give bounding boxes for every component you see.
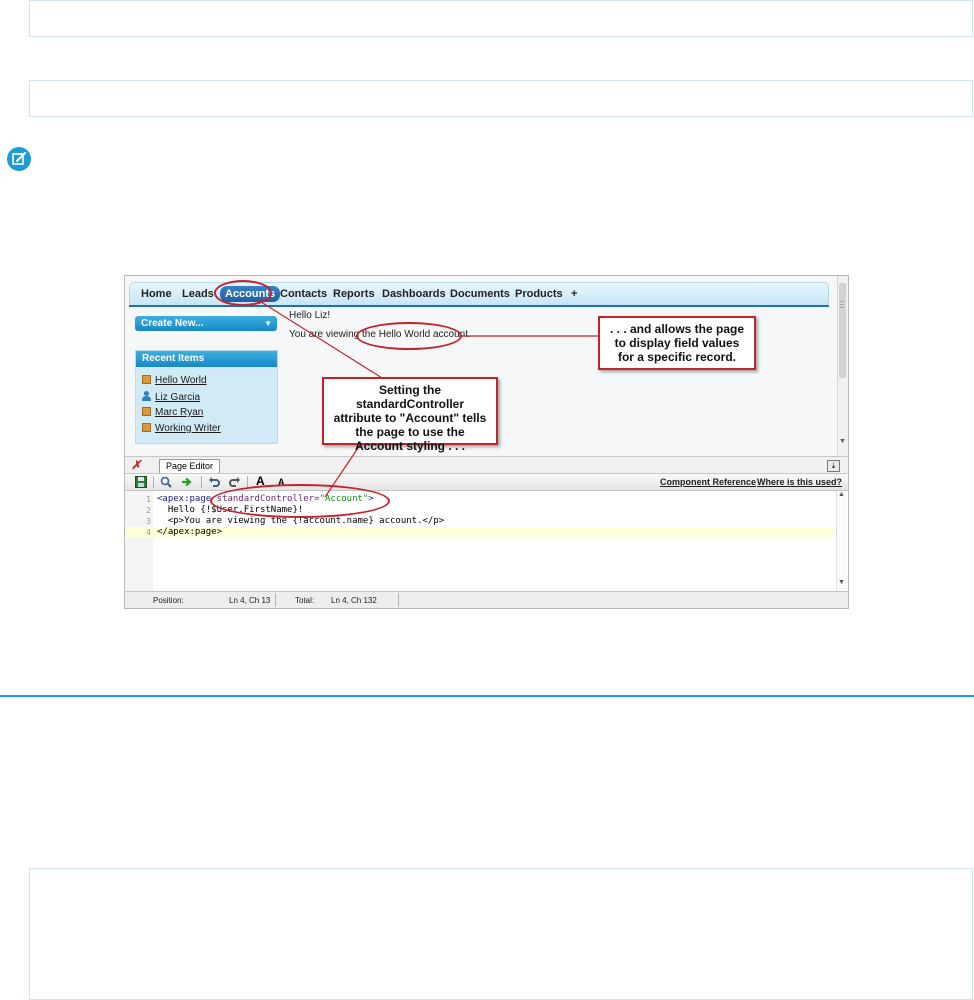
standard-controller-highlight bbox=[210, 484, 390, 518]
section-divider bbox=[0, 695, 974, 697]
hello-world-highlight bbox=[356, 322, 462, 350]
callout-standard-controller: Setting the standardController attribute… bbox=[322, 377, 498, 453]
callout-field-values: . . . and allows the page to display fie… bbox=[598, 316, 756, 370]
annotation-lines bbox=[257, 299, 598, 498]
accounts-tab-highlight bbox=[214, 280, 272, 306]
code-sample-box-bottom bbox=[29, 868, 973, 1000]
